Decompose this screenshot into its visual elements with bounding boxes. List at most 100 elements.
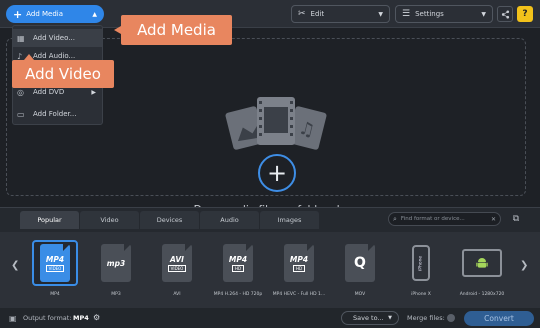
format-tabs: Popular Video Devices Audio Images — [20, 211, 320, 229]
android-tablet-icon — [462, 249, 502, 277]
format-label: AVI — [173, 292, 181, 297]
add-media-callout: Add Media — [114, 15, 232, 45]
format-label: MP4 H.264 - HD 720p — [213, 292, 263, 297]
search-icon: ⌕ — [393, 214, 397, 223]
format-icon-text: Q — [354, 255, 366, 271]
add-media-button[interactable]: + Add Media ▲ — [6, 5, 104, 23]
format-item-avi[interactable]: AVI VIDEO AVI — [151, 238, 203, 302]
format-item-mp3[interactable]: mp3 MP3 — [90, 238, 142, 302]
format-item-mp4-hd-720p[interactable]: MP4 HD MP4 H.264 - HD 720p — [212, 238, 264, 302]
format-item-android[interactable]: Android - 1280x720 — [456, 238, 508, 302]
chevron-down-icon: ▼ — [378, 10, 383, 18]
android-icon — [476, 258, 488, 268]
format-label: Android - 1280x720 — [459, 292, 505, 297]
format-icon-text: MP4 — [228, 254, 248, 264]
format-panel: Popular Video Devices Audio Images ⌕ ✕ ⧉… — [0, 207, 540, 328]
menu-item-label: Add DVD — [33, 88, 65, 96]
mp4-hd-file-icon: MP4 HD — [223, 244, 253, 282]
output-format-icon: ▣ — [9, 314, 17, 323]
format-tile: MP4 VIDEO — [32, 240, 78, 286]
quicktime-file-icon: Q — [345, 244, 375, 282]
menu-item-label: Add Video... — [33, 34, 75, 42]
edit-label: Edit — [310, 10, 325, 18]
carousel-prev-icon[interactable]: ❮ — [11, 260, 19, 271]
format-tile: mp3 — [93, 240, 139, 286]
format-item-mp4-hevc[interactable]: MP4 HD MP4 HEVC - Full HD 1... — [273, 238, 325, 302]
carousel-next-icon[interactable]: ❯ — [520, 260, 528, 271]
chevron-right-icon: ▶ — [91, 88, 96, 96]
settings-button[interactable]: ☰ Settings ▼ — [395, 5, 493, 23]
format-icon-text: mp3 — [106, 258, 126, 268]
chevron-down-icon: ▼ — [481, 10, 486, 18]
merge-files-toggle[interactable] — [447, 314, 455, 322]
help-button[interactable]: ? — [517, 6, 533, 22]
format-label: MP4 — [50, 292, 60, 297]
chevron-up-icon: ▲ — [92, 10, 97, 18]
media-types-icon: ♫ — [225, 97, 327, 150]
tools-icon: ✂ — [298, 9, 306, 19]
format-icon-text: MP4 — [289, 254, 309, 264]
search-input[interactable] — [400, 216, 481, 222]
top-toolbar: + Add Media ▲ ✂ Edit ▼ ☰ Settings ▼ ? — [0, 0, 540, 28]
menu-item-add-folder[interactable]: ▭ Add Folder... — [13, 105, 102, 123]
convert-button[interactable]: Convert — [464, 311, 534, 326]
plus-icon: + — [13, 7, 23, 21]
tab-popular[interactable]: Popular — [20, 211, 79, 229]
edit-button[interactable]: ✂ Edit ▼ — [291, 5, 390, 23]
format-search: ⌕ ✕ — [388, 212, 501, 226]
format-tile: MP4 HD — [215, 240, 261, 286]
mp4-file-icon: MP4 VIDEO — [40, 244, 70, 282]
add-files-button[interactable]: + — [258, 154, 296, 192]
format-label: MP4 HEVC - Full HD 1... — [272, 292, 326, 297]
tab-video[interactable]: Video — [80, 211, 139, 229]
tab-images[interactable]: Images — [260, 211, 319, 229]
format-label: MP3 — [111, 292, 121, 297]
iphone-icon: iPhone — [412, 245, 430, 281]
layout-icon: ⧉ — [512, 214, 520, 224]
avi-file-icon: AVI VIDEO — [162, 244, 192, 282]
add-video-callout: Add Video — [12, 54, 114, 88]
format-icon-text: AVI — [170, 254, 184, 264]
format-icon-subtext: VIDEO — [45, 264, 65, 272]
format-tile — [459, 240, 505, 286]
output-format-label: Output format: — [23, 314, 72, 322]
share-button[interactable] — [497, 6, 513, 22]
chevron-down-icon: ▼ — [388, 315, 392, 321]
status-bar: ▣ Output format: MP4 ⚙ Save to... ▼ Merg… — [0, 308, 540, 328]
format-view-button[interactable]: ⧉ — [509, 212, 523, 226]
mp4-hevc-file-icon: MP4 HD — [284, 244, 314, 282]
format-icon-subtext: HD — [292, 264, 306, 272]
mp3-file-icon: mp3 — [101, 244, 131, 282]
settings-label: Settings — [415, 10, 444, 18]
format-tile: Q — [337, 240, 383, 286]
menu-item-add-video[interactable]: ▦ Add Video... — [13, 29, 102, 47]
tab-audio[interactable]: Audio — [200, 211, 259, 229]
format-label: MOV — [354, 292, 366, 297]
folder-icon: ▭ — [17, 109, 25, 119]
save-to-button[interactable]: Save to... ▼ — [341, 311, 399, 325]
format-item-mp4[interactable]: MP4 VIDEO MP4 — [29, 238, 81, 302]
output-format-value: MP4 — [73, 314, 89, 322]
disc-icon: ◎ — [17, 87, 24, 97]
format-icon-subtext: HD — [231, 264, 245, 272]
gear-icon[interactable]: ⚙ — [93, 313, 100, 322]
format-tile: MP4 HD — [276, 240, 322, 286]
format-icon-text: MP4 — [45, 254, 65, 264]
sliders-icon: ☰ — [402, 9, 411, 19]
clear-icon[interactable]: ✕ — [491, 216, 496, 223]
format-carousel: ❮ MP4 VIDEO MP4 mp3 MP3 AVI VIDEO AVI MP… — [0, 232, 540, 308]
save-to-label: Save to... — [353, 314, 384, 322]
merge-files-label: Merge files: — [407, 314, 445, 322]
format-tile: iPhone — [398, 240, 444, 286]
add-media-label: Add Media — [26, 10, 64, 18]
menu-item-label: Add Folder... — [33, 110, 77, 118]
tab-devices[interactable]: Devices — [140, 211, 199, 229]
format-icon-subtext: VIDEO — [167, 264, 187, 272]
format-item-iphone-x[interactable]: iPhone iPhone X — [395, 238, 447, 302]
share-icon — [501, 9, 509, 19]
format-label: iPhone X — [411, 292, 431, 297]
format-item-mov[interactable]: Q MOV — [334, 238, 386, 302]
film-icon: ▦ — [17, 33, 25, 43]
menu-item-label: Add Audio... — [33, 52, 76, 60]
format-tile: AVI VIDEO — [154, 240, 200, 286]
